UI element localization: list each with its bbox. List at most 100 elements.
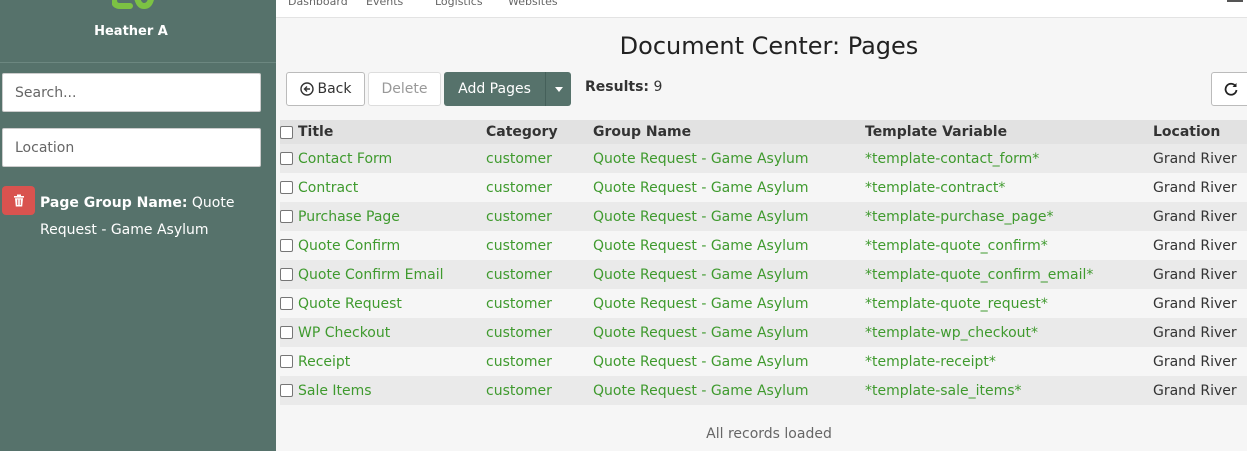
filter-key: Page Group Name: (40, 195, 188, 211)
refresh-button[interactable] (1211, 72, 1247, 106)
row-checkbox[interactable] (280, 384, 293, 397)
table-header: Title Category Group Name Template Varia… (280, 120, 1247, 144)
row-template-variable[interactable]: *template-contact_form* (865, 144, 1039, 173)
row-location: Grand River (1153, 382, 1237, 399)
row-group-name[interactable]: Quote Request - Game Asylum (593, 173, 809, 202)
row-group-name[interactable]: Quote Request - Game Asylum (593, 318, 809, 347)
table-row[interactable]: Contract customer Quote Request - Game A… (280, 173, 1247, 202)
row-title[interactable]: Purchase Page (298, 202, 400, 231)
menu-icon[interactable] (1227, 0, 1243, 2)
add-pages-button[interactable]: Add Pages (444, 72, 545, 106)
row-checkbox[interactable] (280, 181, 293, 194)
row-category[interactable]: customer (486, 260, 552, 289)
row-template-variable[interactable]: *template-wp_checkout* (865, 318, 1038, 347)
row-title[interactable]: Contract (298, 173, 358, 202)
row-template-variable[interactable]: *template-purchase_page* (865, 202, 1053, 231)
row-group-name[interactable]: Quote Request - Game Asylum (593, 289, 809, 318)
table-row[interactable]: Sale Items customer Quote Request - Game… (280, 376, 1247, 405)
results-count: Results: 9 (585, 79, 662, 95)
row-location: Grand River (1153, 295, 1237, 312)
user-name[interactable]: Heather A (0, 24, 262, 39)
top-nav: Dashboard Events Logistics Websites (276, 0, 1247, 18)
add-pages-dropdown-toggle[interactable] (545, 72, 571, 106)
row-category[interactable]: customer (486, 202, 552, 231)
row-group-name[interactable]: Quote Request - Game Asylum (593, 376, 809, 405)
header-location[interactable]: Location (1153, 120, 1220, 144)
location-input[interactable] (2, 128, 261, 167)
table-row[interactable]: Contact Form customer Quote Request - Ga… (280, 144, 1247, 173)
row-checkbox[interactable] (280, 355, 293, 368)
row-group-name[interactable]: Quote Request - Game Asylum (593, 347, 809, 376)
row-category[interactable]: customer (486, 347, 552, 376)
table-row[interactable]: Quote Request customer Quote Request - G… (280, 289, 1247, 318)
row-template-variable[interactable]: *template-quote_request* (865, 289, 1048, 318)
row-checkbox[interactable] (280, 210, 293, 223)
records-status: All records loaded (706, 426, 832, 442)
row-checkbox[interactable] (280, 297, 293, 310)
row-checkbox[interactable] (280, 239, 293, 252)
row-location: Grand River (1153, 179, 1237, 196)
page-title: Document Center: Pages (619, 32, 919, 60)
search-input[interactable] (2, 73, 261, 112)
delete-button[interactable]: Delete (368, 72, 441, 106)
table-row[interactable]: WP Checkout customer Quote Request - Gam… (280, 318, 1247, 347)
refresh-icon (1224, 82, 1238, 96)
remove-filter-button[interactable] (2, 186, 35, 215)
row-title[interactable]: Quote Request (298, 289, 402, 318)
select-all-checkbox[interactable] (280, 125, 293, 139)
row-template-variable[interactable]: *template-receipt* (865, 347, 996, 376)
row-group-name[interactable]: Quote Request - Game Asylum (593, 144, 809, 173)
back-label: Back (317, 81, 352, 97)
results-value: 9 (653, 79, 663, 95)
row-location: Grand River (1153, 266, 1237, 283)
sidebar-divider (0, 62, 276, 63)
table-row[interactable]: Quote Confirm Email customer Quote Reque… (280, 260, 1247, 289)
row-category[interactable]: customer (486, 173, 552, 202)
filter-label: Page Group Name: Quote Request - Game As… (40, 190, 272, 244)
row-title[interactable]: Receipt (298, 347, 350, 376)
row-group-name[interactable]: Quote Request - Game Asylum (593, 202, 809, 231)
header-title[interactable]: Title (298, 120, 333, 144)
sidebar: Heather A Page Group Name: Quote Request… (0, 0, 276, 451)
row-checkbox[interactable] (280, 152, 293, 165)
row-location: Grand River (1153, 237, 1237, 254)
row-checkbox[interactable] (280, 268, 293, 281)
results-label: Results: (585, 79, 649, 95)
logo-icon (112, 0, 154, 10)
table-row[interactable]: Receipt customer Quote Request - Game As… (280, 347, 1247, 376)
trash-icon (13, 194, 24, 207)
row-template-variable[interactable]: *template-quote_confirm_email* (865, 260, 1093, 289)
row-location: Grand River (1153, 208, 1237, 225)
row-title[interactable]: Contact Form (298, 144, 392, 173)
row-template-variable[interactable]: *template-quote_confirm* (865, 231, 1048, 260)
row-checkbox[interactable] (280, 326, 293, 339)
nav-websites[interactable]: Websites (508, 0, 558, 8)
nav-dashboard[interactable]: Dashboard (288, 0, 348, 8)
row-title[interactable]: Quote Confirm Email (298, 260, 443, 289)
row-group-name[interactable]: Quote Request - Game Asylum (593, 260, 809, 289)
header-group-name[interactable]: Group Name (593, 120, 691, 144)
header-category[interactable]: Category (486, 120, 558, 144)
nav-logistics[interactable]: Logistics (435, 0, 483, 8)
row-category[interactable]: customer (486, 376, 552, 405)
row-location: Grand River (1153, 150, 1237, 167)
row-category[interactable]: customer (486, 318, 552, 347)
table-row[interactable]: Quote Confirm customer Quote Request - G… (280, 231, 1247, 260)
row-title[interactable]: Quote Confirm (298, 231, 400, 260)
row-location: Grand River (1153, 353, 1237, 370)
table-row[interactable]: Purchase Page customer Quote Request - G… (280, 202, 1247, 231)
row-category[interactable]: customer (486, 289, 552, 318)
row-template-variable[interactable]: *template-contract* (865, 173, 1005, 202)
row-title[interactable]: Sale Items (298, 376, 372, 405)
nav-events[interactable]: Events (366, 0, 403, 8)
caret-down-icon (554, 86, 563, 92)
row-group-name[interactable]: Quote Request - Game Asylum (593, 231, 809, 260)
row-category[interactable]: customer (486, 144, 552, 173)
row-template-variable[interactable]: *template-sale_items* (865, 376, 1022, 405)
pages-table: Title Category Group Name Template Varia… (280, 120, 1247, 405)
row-category[interactable]: customer (486, 231, 552, 260)
back-button[interactable]: Back (286, 72, 365, 106)
row-title[interactable]: WP Checkout (298, 318, 390, 347)
row-location: Grand River (1153, 324, 1237, 341)
header-template-variable[interactable]: Template Variable (865, 120, 1007, 144)
